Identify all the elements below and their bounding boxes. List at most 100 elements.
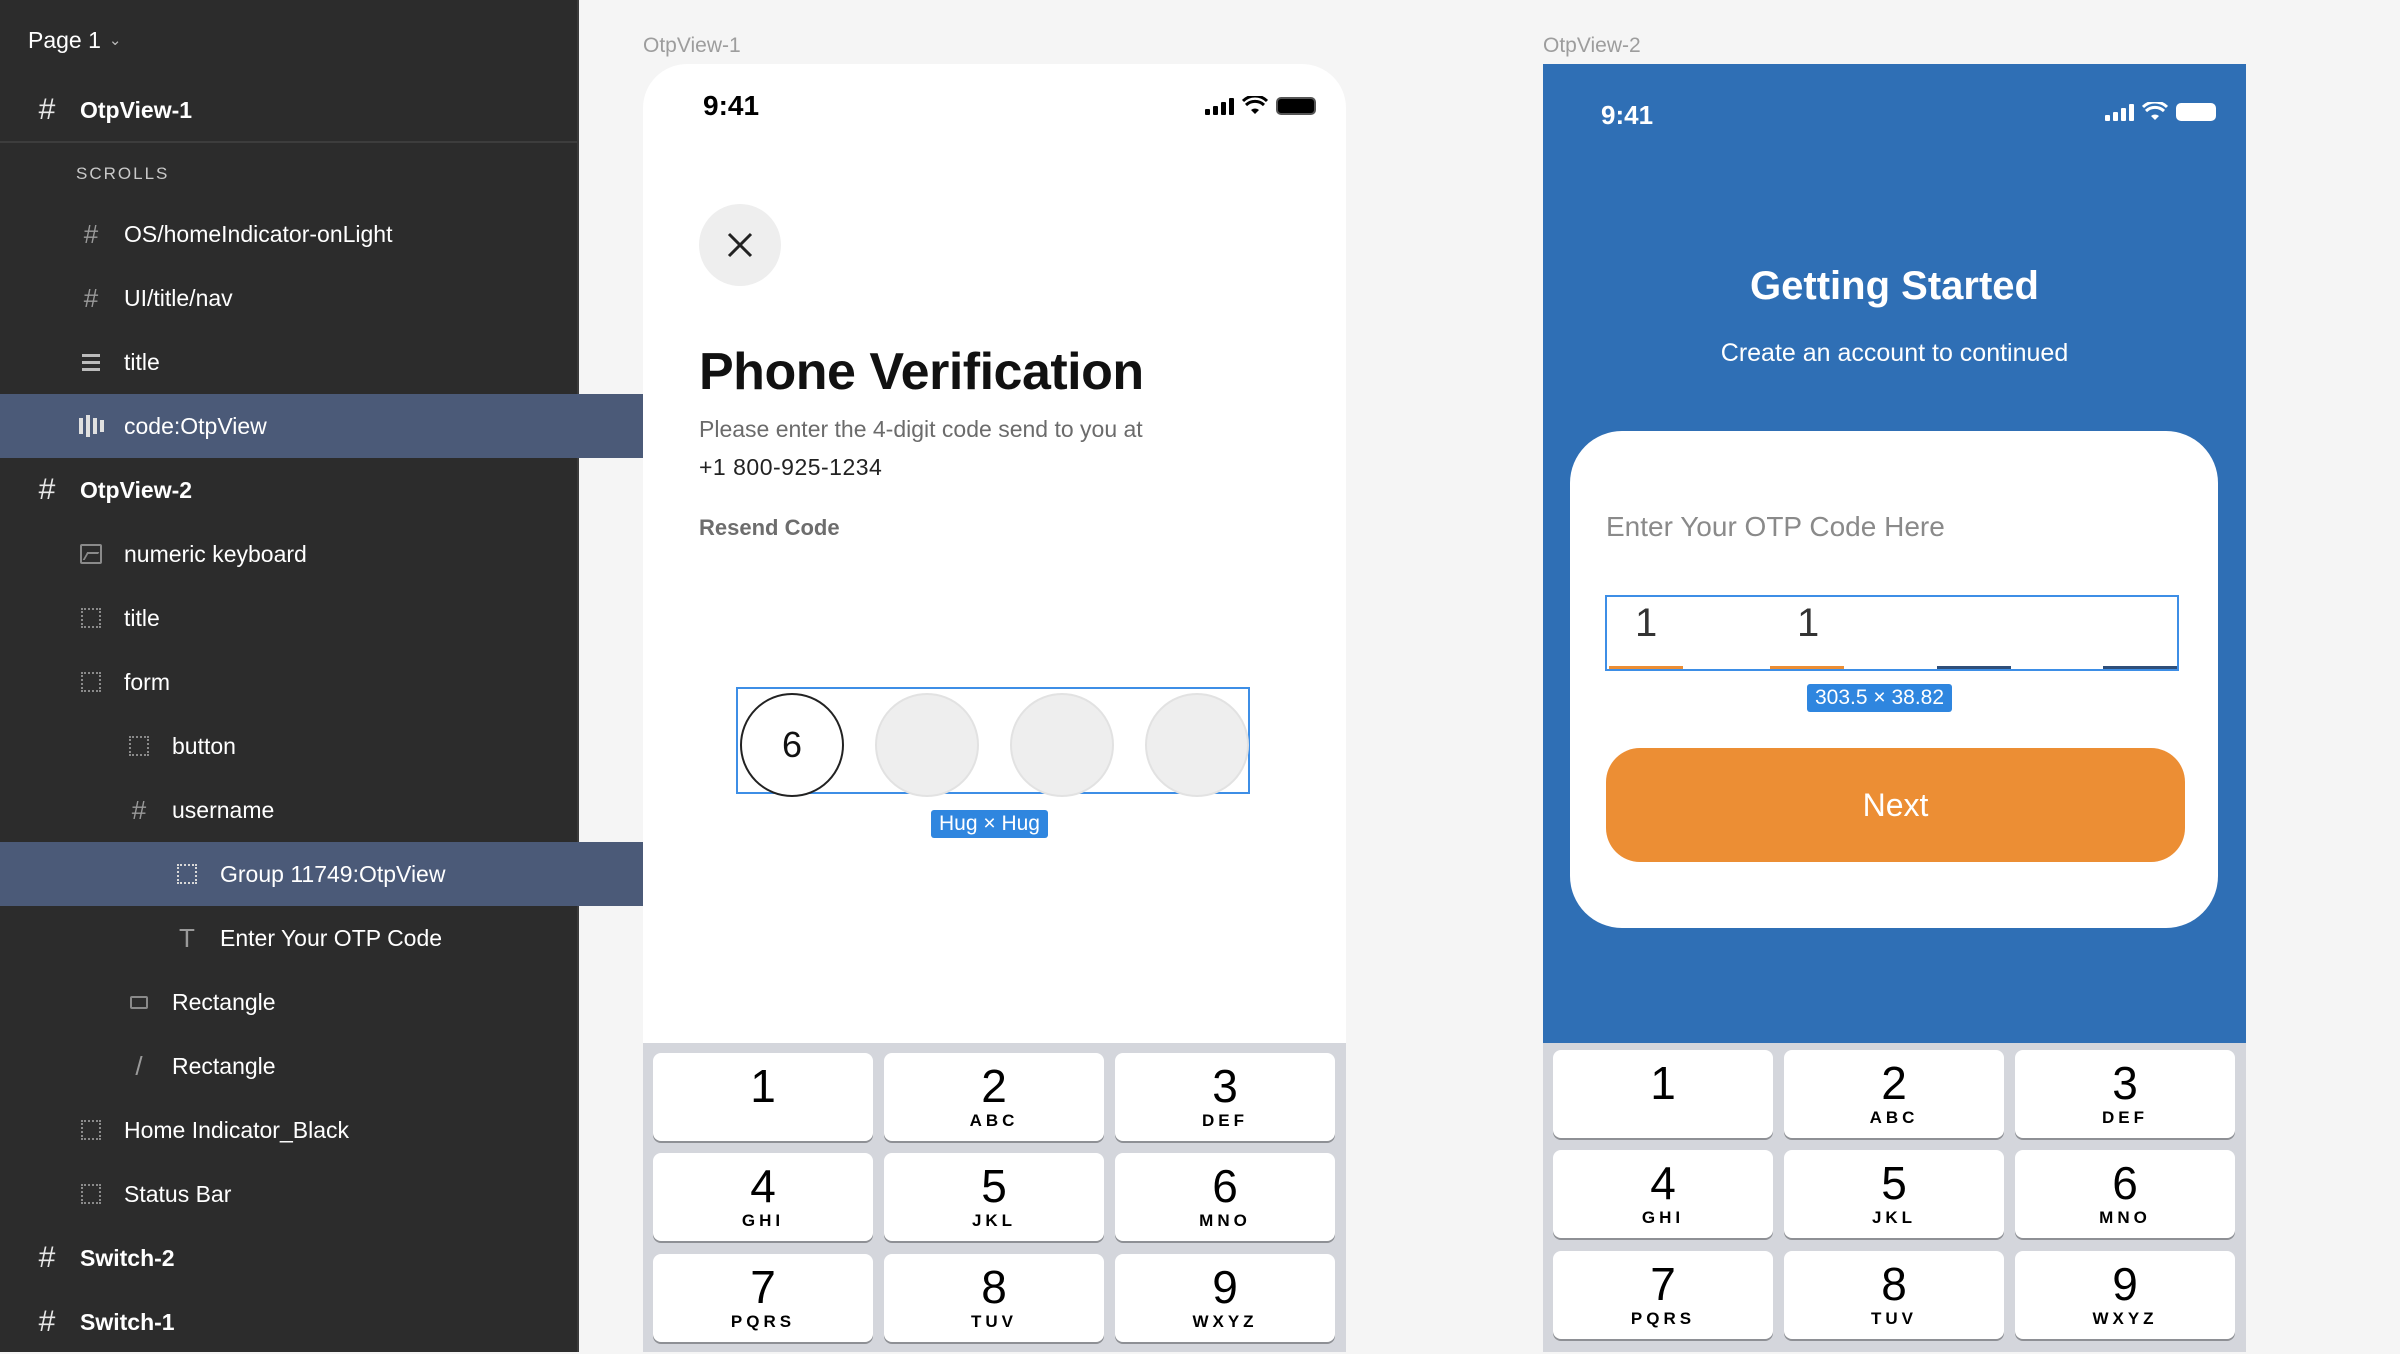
layer-rectangle[interactable]: Rectangle <box>0 970 701 1034</box>
chevron-down-icon: ⌄ <box>108 32 122 49</box>
otp-digit-3[interactable] <box>1010 693 1114 797</box>
key-6[interactable]: 6 MNO <box>1115 1153 1335 1241</box>
status-icons <box>1205 96 1316 116</box>
layer-enter-otp-code[interactable]: T Enter Your OTP Code <box>0 906 749 970</box>
cellular-signal-icon <box>1205 97 1234 115</box>
otp-digit-4[interactable] <box>1145 693 1249 797</box>
key-1[interactable]: 1 <box>653 1053 873 1141</box>
key-7[interactable]: 7 PQRS <box>653 1254 873 1342</box>
page-title: Phone Verification <box>699 343 1144 401</box>
key-3[interactable]: 3 DEF <box>1115 1053 1335 1141</box>
layer-otpview-2[interactable]: # OtpView-2 <box>0 458 609 522</box>
key-number: 9 <box>1212 1261 1238 1313</box>
key-8[interactable]: 8 TUV <box>884 1254 1104 1342</box>
layer-status-bar[interactable]: Status Bar <box>0 1162 653 1226</box>
frame-icon: # <box>38 473 56 506</box>
status-time: 9:41 <box>1601 100 1654 130</box>
key-number: 6 <box>2112 1157 2138 1209</box>
layer-numeric-keyboard[interactable]: numeric keyboard <box>0 522 653 586</box>
frame-icon: # <box>38 1305 56 1338</box>
close-button[interactable] <box>699 204 781 286</box>
layer-switch-1[interactable]: # Switch-1 <box>0 1290 609 1354</box>
layer-otpview-1[interactable]: # OtpView-1 <box>0 78 609 142</box>
layer-label: Home Indicator_Black <box>124 1116 349 1143</box>
otp-digit-2[interactable] <box>875 693 979 797</box>
layer-label: OtpView-2 <box>80 476 193 503</box>
divider <box>0 141 577 143</box>
otp-digit-1[interactable]: 1 <box>1635 601 1657 646</box>
size-badge: Hug × Hug <box>931 810 1048 838</box>
next-button[interactable]: Next <box>1606 748 2185 862</box>
layer-label: Switch-2 <box>80 1244 175 1271</box>
key-letters: WXYZ <box>2092 1309 2158 1328</box>
layer-label: Group 11749:OtpView <box>220 860 446 887</box>
layer-label: Enter Your OTP Code <box>220 924 443 951</box>
key-letters: GHI <box>1641 1208 1685 1227</box>
frame-otpview-1[interactable]: 9:41 Phone Verification Please enter the… <box>643 64 1346 1352</box>
key-5[interactable]: 5 JKL <box>1784 1150 2004 1238</box>
otp-underline-2 <box>1770 666 1844 669</box>
frame-otpview-2[interactable]: 9:41 Getting Started Create an account t… <box>1543 64 2246 1352</box>
page-title: Getting Started <box>1750 264 2039 308</box>
key-3[interactable]: 3 DEF <box>2015 1050 2235 1138</box>
frame-icon: # <box>83 218 99 249</box>
layer-label: OtpView-1 <box>80 96 193 123</box>
layer-form[interactable]: form <box>0 650 653 714</box>
key-7[interactable]: 7 PQRS <box>1553 1251 1773 1339</box>
layer-rectangle-2[interactable]: / Rectangle <box>0 1034 701 1098</box>
layer-label: code:OtpView <box>124 412 267 439</box>
close-icon <box>727 232 753 258</box>
layer-os-homeindicator[interactable]: # OS/homeIndicator-onLight <box>0 202 653 266</box>
key-1[interactable]: 1 <box>1553 1050 1773 1138</box>
key-4[interactable]: 4 GHI <box>1553 1150 1773 1238</box>
otp-selection-box[interactable]: 6 <box>736 687 1250 797</box>
status-time: 9:41 <box>703 90 760 121</box>
key-letters: DEF <box>1202 1111 1248 1130</box>
layer-ui-title-nav[interactable]: # UI/title/nav <box>0 266 653 330</box>
key-8[interactable]: 8 TUV <box>1784 1251 2004 1339</box>
phone-number: +1 800-925-1234 <box>699 454 883 480</box>
layer-label: Rectangle <box>172 1052 276 1079</box>
subtitle: Create an account to continued <box>1720 339 2069 367</box>
resend-code-link[interactable]: Resend Code <box>699 515 840 541</box>
group-icon <box>76 1115 106 1145</box>
layer-button[interactable]: button <box>0 714 701 778</box>
key-number: 7 <box>1650 1258 1676 1310</box>
layer-code-otpview[interactable]: code:OtpView <box>0 394 653 458</box>
otp-underline-4 <box>2103 666 2177 669</box>
key-4[interactable]: 4 GHI <box>653 1153 873 1241</box>
otp-digit-2[interactable]: 1 <box>1797 601 1819 646</box>
key-2[interactable]: 2 ABC <box>884 1053 1104 1141</box>
horizontal-stack-icon <box>76 411 106 441</box>
layer-label: Switch-1 <box>80 1308 175 1335</box>
otp-digit-1[interactable]: 6 <box>740 693 844 797</box>
key-letters: GHI <box>741 1211 785 1230</box>
battery-icon <box>2176 103 2216 121</box>
key-2[interactable]: 2 ABC <box>1784 1050 2004 1138</box>
layer-label: form <box>124 668 170 695</box>
layer-home-indicator[interactable]: Home Indicator_Black <box>0 1098 653 1162</box>
page-selector[interactable]: Page 1 ⌄ <box>28 22 121 58</box>
key-letters: JKL <box>971 1211 1017 1230</box>
layer-title-2[interactable]: title <box>0 586 653 650</box>
group-icon <box>172 859 202 889</box>
status-icons <box>2105 102 2216 122</box>
otp-input-group[interactable]: 1 1 <box>1605 595 2179 671</box>
key-letters: ABC <box>1869 1108 1919 1127</box>
layer-group-11749[interactable]: Group 11749:OtpView <box>0 842 749 906</box>
layer-title[interactable]: title <box>0 330 653 394</box>
key-letters: TUV <box>971 1312 1017 1331</box>
frame-label-otpview-1[interactable]: OtpView-1 <box>643 34 741 58</box>
frame-label-otpview-2[interactable]: OtpView-2 <box>1543 34 1641 58</box>
numeric-keyboard: 1 2 ABC 3 DEF 4 GHI 5 JKL 6 MNO 7 PQRS 8 TUV 9 WXYZ <box>643 1043 1346 1352</box>
key-9[interactable]: 9 WXYZ <box>1115 1254 1335 1342</box>
key-letters: PQRS <box>730 1312 796 1331</box>
key-9[interactable]: 9 WXYZ <box>2015 1251 2235 1339</box>
layer-username[interactable]: # username <box>0 778 701 842</box>
layer-switch-2[interactable]: # Switch-2 <box>0 1226 609 1290</box>
key-5[interactable]: 5 JKL <box>884 1153 1104 1241</box>
key-number: 6 <box>1212 1160 1238 1212</box>
key-6[interactable]: 6 MNO <box>2015 1150 2235 1238</box>
key-letters: ABC <box>969 1111 1019 1130</box>
otp-underline-3 <box>1937 666 2011 669</box>
